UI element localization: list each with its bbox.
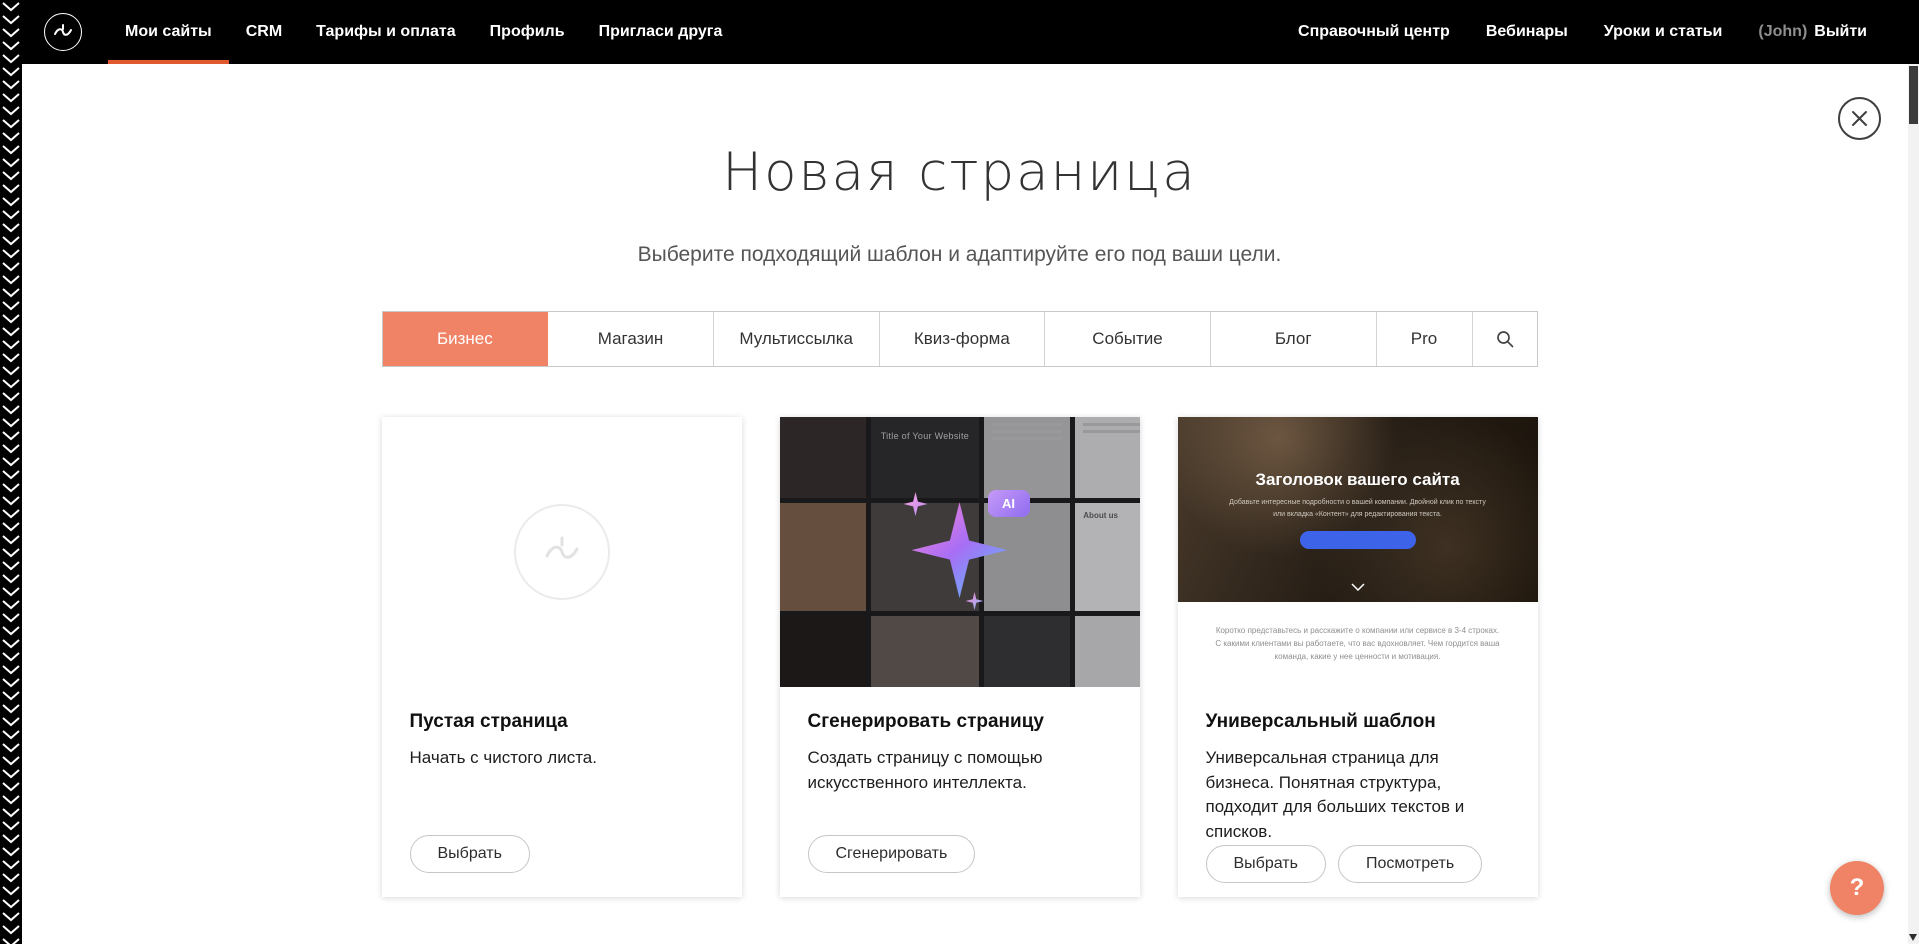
- card-info: Сгенерировать страницу Создать страницу …: [780, 687, 1140, 897]
- nav-logout-link[interactable]: Выйти: [1814, 23, 1867, 41]
- nav-link-webinars[interactable]: Вебинары: [1486, 23, 1568, 41]
- template-hero-preview: Заголовок вашего сайта Добавьте интересн…: [1178, 417, 1538, 602]
- nav-item-crm[interactable]: CRM: [229, 0, 299, 64]
- card-blank-page: Пустая страница Начать с чистого листа. …: [382, 417, 742, 897]
- card-actions: Сгенерировать: [808, 835, 1112, 873]
- tilda-logo[interactable]: [44, 13, 82, 51]
- card-title: Сгенерировать страницу: [808, 711, 1112, 733]
- card-description: Универсальная страница для бизнеса. Поня…: [1206, 746, 1510, 845]
- question-icon: ?: [1850, 874, 1865, 902]
- tilda-watermark-icon: [514, 504, 610, 600]
- scrollbar-down-arrow[interactable]: [1909, 934, 1917, 941]
- nav-item-profile[interactable]: Профиль: [473, 0, 582, 64]
- card-info: Пустая страница Начать с чистого листа. …: [382, 687, 742, 897]
- page-subtitle: Выберите подходящий шаблон и адаптируйте…: [0, 243, 1919, 267]
- template-category-tabs: Бизнес Магазин Мультиссылка Квиз-форма С…: [382, 311, 1538, 367]
- template-search-button[interactable]: [1473, 312, 1537, 366]
- universal-preview-button[interactable]: Посмотреть: [1338, 845, 1482, 883]
- nav-item-invite-friend[interactable]: Пригласи друга: [582, 0, 740, 64]
- card-title: Пустая страница: [410, 711, 714, 733]
- chevron-down-icon: [1351, 578, 1365, 596]
- secondary-nav: Справочный центр Вебинары Уроки и статьи…: [1298, 23, 1867, 41]
- tab-pro[interactable]: Pro: [1377, 312, 1473, 366]
- preview-body-text: Коротко представьтесь и расскажите о ком…: [1214, 625, 1502, 663]
- card-ai-generate: Title of Your Website About us: [780, 417, 1140, 897]
- blank-page-preview: [382, 417, 742, 687]
- universal-template-preview: Заголовок вашего сайта Добавьте интересн…: [1178, 417, 1538, 687]
- tab-blog[interactable]: Блог: [1211, 312, 1377, 366]
- primary-nav: Мои сайты CRM Тарифы и оплата Профиль Пр…: [108, 0, 739, 64]
- ai-generate-preview: Title of Your Website About us: [780, 417, 1140, 687]
- search-icon: [1495, 329, 1515, 349]
- left-zigzag-strip: [0, 0, 22, 944]
- tilda-tilde-icon: [52, 21, 74, 43]
- tab-shop[interactable]: Магазин: [548, 312, 714, 366]
- preview-cta-button: [1300, 531, 1416, 549]
- tab-multilink[interactable]: Мультиссылка: [714, 312, 880, 366]
- page-scrollbar[interactable]: [1908, 64, 1919, 944]
- preview-subheading: Добавьте интересные подробности о вашей …: [1228, 497, 1487, 519]
- card-actions: Выбрать Посмотреть: [1206, 845, 1510, 883]
- top-navbar: Мои сайты CRM Тарифы и оплата Профиль Пр…: [0, 0, 1919, 64]
- card-description: Создать страницу с помощью искусственног…: [808, 746, 1112, 795]
- tab-business[interactable]: Бизнес: [383, 312, 549, 366]
- tilda-tilde-icon: [539, 529, 585, 575]
- universal-select-button[interactable]: Выбрать: [1206, 845, 1326, 883]
- nav-link-help-center[interactable]: Справочный центр: [1298, 23, 1450, 41]
- nav-user: (John) Выйти: [1758, 23, 1867, 41]
- tab-event[interactable]: Событие: [1045, 312, 1211, 366]
- card-universal-template: Заголовок вашего сайта Добавьте интересн…: [1178, 417, 1538, 897]
- nav-item-tariffs[interactable]: Тарифы и оплата: [299, 0, 473, 64]
- tab-quiz-form[interactable]: Квиз-форма: [880, 312, 1046, 366]
- ai-generate-button[interactable]: Сгенерировать: [808, 835, 976, 873]
- card-actions: Выбрать: [410, 835, 714, 873]
- new-page-dialog: Новая страница Выберите подходящий шабло…: [0, 142, 1919, 944]
- nav-item-my-sites[interactable]: Мои сайты: [108, 0, 229, 64]
- close-icon: [1851, 110, 1868, 127]
- blank-select-button[interactable]: Выбрать: [410, 835, 530, 873]
- card-title: Универсальный шаблон: [1206, 711, 1510, 733]
- nav-link-tutorials[interactable]: Уроки и статьи: [1604, 23, 1723, 41]
- page-title: Новая страница: [0, 142, 1919, 203]
- ai-badge: AI: [988, 490, 1030, 517]
- template-body-preview: Коротко представьтесь и расскажите о ком…: [1178, 602, 1538, 687]
- zigzag-pattern-icon: [0, 0, 22, 944]
- preview-heading: Заголовок вашего сайта: [1255, 470, 1459, 490]
- scrollbar-thumb[interactable]: [1909, 66, 1918, 124]
- help-button[interactable]: ?: [1830, 861, 1884, 915]
- nav-user-name: (John): [1758, 23, 1807, 41]
- card-info: Универсальный шаблон Универсальная стран…: [1178, 687, 1538, 907]
- close-button[interactable]: [1838, 97, 1881, 140]
- card-description: Начать с чистого листа.: [410, 746, 714, 771]
- template-cards-grid: Пустая страница Начать с чистого листа. …: [382, 417, 1538, 897]
